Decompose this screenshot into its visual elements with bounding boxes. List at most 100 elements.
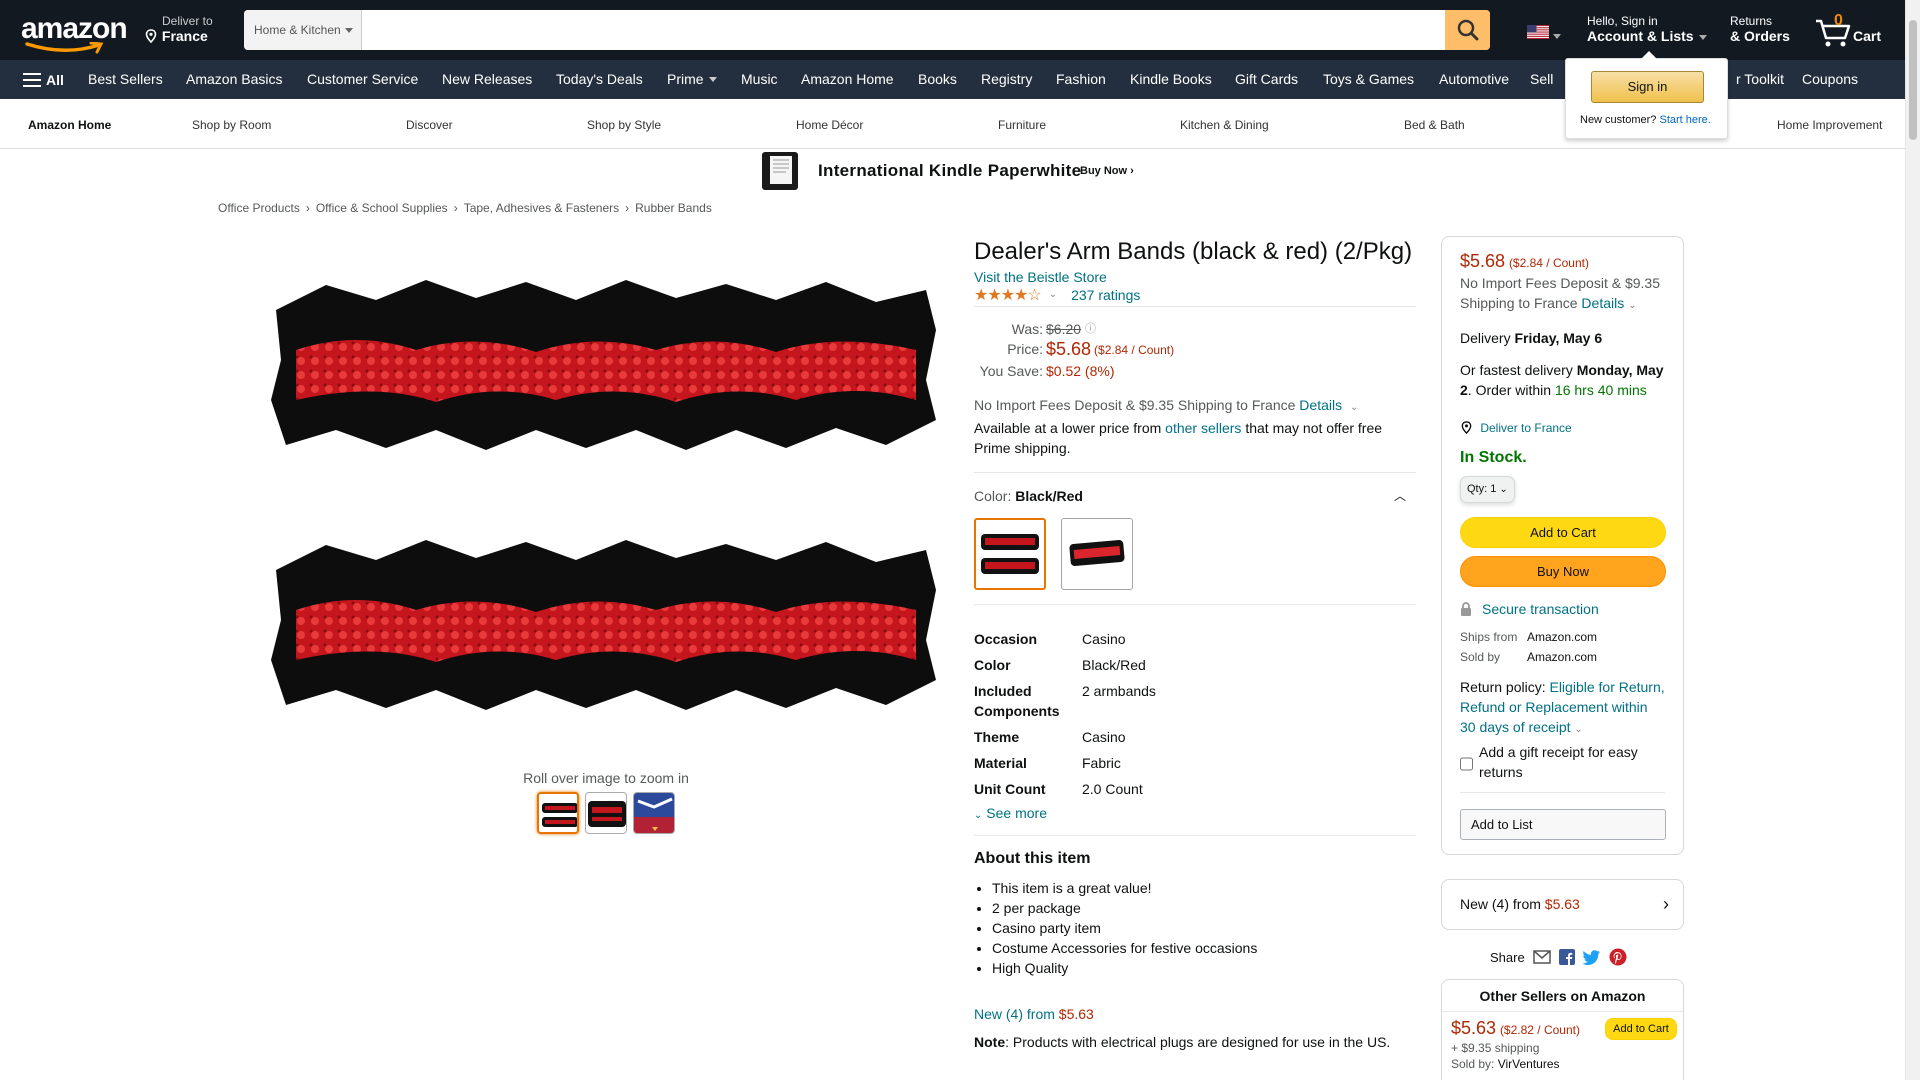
scrollbar-thumb[interactable] (1909, 20, 1917, 140)
nav-prime[interactable]: Prime (667, 60, 717, 99)
subnav-bed-bath[interactable]: Bed & Bath (1404, 118, 1465, 132)
nav-registry[interactable]: Registry (981, 60, 1032, 99)
other-seller-name[interactable]: VirVentures (1498, 1057, 1560, 1071)
nav-kindle-books[interactable]: Kindle Books (1130, 60, 1212, 99)
deliver-to[interactable]: Deliver to France (142, 14, 213, 44)
deliver-to-link[interactable]: Deliver to France (1460, 418, 1665, 438)
page-scrollbar[interactable] (1905, 0, 1920, 1080)
twitter-icon[interactable] (1582, 949, 1601, 965)
rating-chevron-icon[interactable]: ⌄ (1049, 289, 1057, 300)
subnav-shop-by-room[interactable]: Shop by Room (192, 118, 271, 132)
thumbnail-2[interactable] (585, 792, 627, 834)
subnav-shop-by-style[interactable]: Shop by Style (587, 118, 661, 132)
returns-orders[interactable]: Returns & Orders (1730, 14, 1790, 44)
secure-transaction-link[interactable]: Secure transaction (1482, 599, 1599, 619)
cart-label: Cart (1853, 28, 1882, 44)
product-main-image[interactable] (266, 270, 946, 730)
search-category-select[interactable]: Home & Kitchen (244, 10, 362, 50)
account-menu[interactable]: Hello, Sign in Account & Lists (1587, 14, 1707, 44)
pinterest-icon[interactable] (1609, 948, 1627, 966)
subnav-discover[interactable]: Discover (406, 118, 453, 132)
store-link[interactable]: Visit the Beistle Store (974, 269, 1107, 285)
deliver-to-text[interactable]: Deliver to France (1480, 421, 1571, 435)
add-to-cart-button[interactable]: Add to Cart (1460, 517, 1666, 548)
breadcrumb-school-supplies[interactable]: Office & School Supplies (316, 201, 448, 215)
facebook-icon[interactable] (1558, 949, 1575, 965)
nav-customer-service[interactable]: Customer Service (307, 60, 418, 99)
stock-status: In Stock. (1460, 449, 1527, 466)
divider (974, 835, 1416, 836)
buy-now-button[interactable]: Buy Now (1460, 556, 1666, 587)
nav-fashion[interactable]: Fashion (1056, 60, 1106, 99)
chevron-down-icon[interactable]: ⌄ (1628, 300, 1636, 311)
nav-automotive[interactable]: Automotive (1439, 60, 1509, 99)
nav-sell[interactable]: Sell (1530, 60, 1553, 99)
see-more-link[interactable]: See more (986, 805, 1047, 821)
spec-row: Color Black/Red (974, 655, 1416, 675)
email-icon[interactable] (1532, 950, 1551, 964)
nav-new-releases[interactable]: New Releases (442, 60, 532, 99)
subnav-home-decor[interactable]: Home Décor (796, 118, 863, 132)
nav-gift-cards[interactable]: Gift Cards (1235, 60, 1298, 99)
thumbnail-strip (537, 792, 675, 834)
price-label: Price: (1007, 341, 1043, 357)
nav-books[interactable]: Books (918, 60, 957, 99)
other-seller-add-to-cart-button[interactable]: Add to Cart (1605, 1018, 1677, 1040)
language-caret-icon[interactable] (1553, 34, 1561, 43)
chevron-up-icon[interactable]: ︿ (1394, 487, 1406, 504)
color-label: Color: (974, 487, 1012, 504)
nav-toolkit[interactable]: r Toolkit (1736, 60, 1784, 99)
nav-best-sellers[interactable]: Best Sellers (88, 60, 163, 99)
import-details-link[interactable]: Details (1299, 397, 1342, 413)
rating-row: ★★★★☆ ⌄ 237 ratings (974, 287, 1416, 307)
new-from-link[interactable]: New (4) from $5.63 (974, 1006, 1416, 1022)
thumbnail-1[interactable] (537, 792, 579, 834)
cart-button[interactable]: 0 Cart (1814, 12, 1904, 48)
other-seller-price-unit: ($2.82 / Count) (1499, 1023, 1580, 1037)
search-button[interactable] (1445, 10, 1490, 50)
new-from-text[interactable]: New (4) from (974, 1006, 1055, 1022)
banner-buy-now[interactable]: Buy Now › (1080, 165, 1134, 177)
swatch-alt[interactable] (1061, 518, 1133, 590)
new-offers-box[interactable]: New (4) from $5.63 › (1441, 879, 1684, 930)
lock-icon (1461, 602, 1471, 616)
subnav-amazon-home[interactable]: Amazon Home (28, 118, 111, 132)
breadcrumb-office-products[interactable]: Office Products (218, 201, 300, 215)
info-icon[interactable]: ⓘ (1085, 319, 1096, 339)
add-to-list-button[interactable]: Add to List (1460, 809, 1666, 840)
ratings-count-link[interactable]: 237 ratings (1071, 287, 1140, 303)
buy-box: $5.68 ($2.84 / Count) No Import Fees Dep… (1441, 236, 1684, 855)
all-menu-button[interactable]: All (23, 60, 64, 99)
nav-toys-games[interactable]: Toys & Games (1323, 60, 1414, 99)
swatch-black-red[interactable] (974, 518, 1046, 590)
buybox-details-link[interactable]: Details (1581, 295, 1624, 311)
signin-button[interactable]: Sign in (1591, 71, 1704, 103)
nav-music[interactable]: Music (741, 60, 778, 99)
breadcrumb-tape-adhesives[interactable]: Tape, Adhesives & Fasteners (464, 201, 619, 215)
star-rating-icon[interactable]: ★★★★☆ (974, 285, 1042, 305)
nav-amazon-basics[interactable]: Amazon Basics (186, 60, 282, 99)
search-input[interactable] (362, 10, 1428, 50)
nav-coupons[interactable]: Coupons (1802, 60, 1858, 99)
subnav-kitchen-dining[interactable]: Kitchen & Dining (1180, 118, 1269, 132)
thumbnail-3[interactable] (633, 792, 675, 834)
quantity-select[interactable]: Qty: 1 ⌄ (1460, 476, 1515, 503)
price-per-unit: ($2.84 / Count) (1094, 343, 1175, 357)
spec-key: Material (974, 755, 1027, 771)
other-sellers-link[interactable]: other sellers (1165, 420, 1241, 436)
breadcrumb-rubber-bands[interactable]: Rubber Bands (635, 201, 712, 215)
start-here-link[interactable]: Start here. (1659, 114, 1710, 126)
chevron-down-icon[interactable]: ⌄ (1574, 724, 1582, 735)
nav-todays-deals[interactable]: Today's Deals (556, 60, 643, 99)
subnav-furniture[interactable]: Furniture (998, 118, 1046, 132)
us-flag-icon[interactable] (1527, 25, 1549, 39)
amazon-logo[interactable]: amazon (21, 12, 128, 54)
gift-receipt-checkbox[interactable] (1460, 746, 1473, 782)
subnav-home-improvement[interactable]: Home Improvement (1777, 118, 1882, 132)
color-selector-header[interactable]: Color: Black/Red ︿ (974, 487, 1416, 504)
secure-transaction[interactable]: Secure transaction (1460, 599, 1665, 619)
details-chevron-icon[interactable]: ⌄ (1350, 402, 1358, 413)
kindle-banner[interactable]: International Kindle Paperwhite Buy Now … (760, 150, 1140, 192)
nav-amazon-home[interactable]: Amazon Home (801, 60, 894, 99)
see-more-toggle[interactable]: ⌄ See more (974, 805, 1416, 821)
